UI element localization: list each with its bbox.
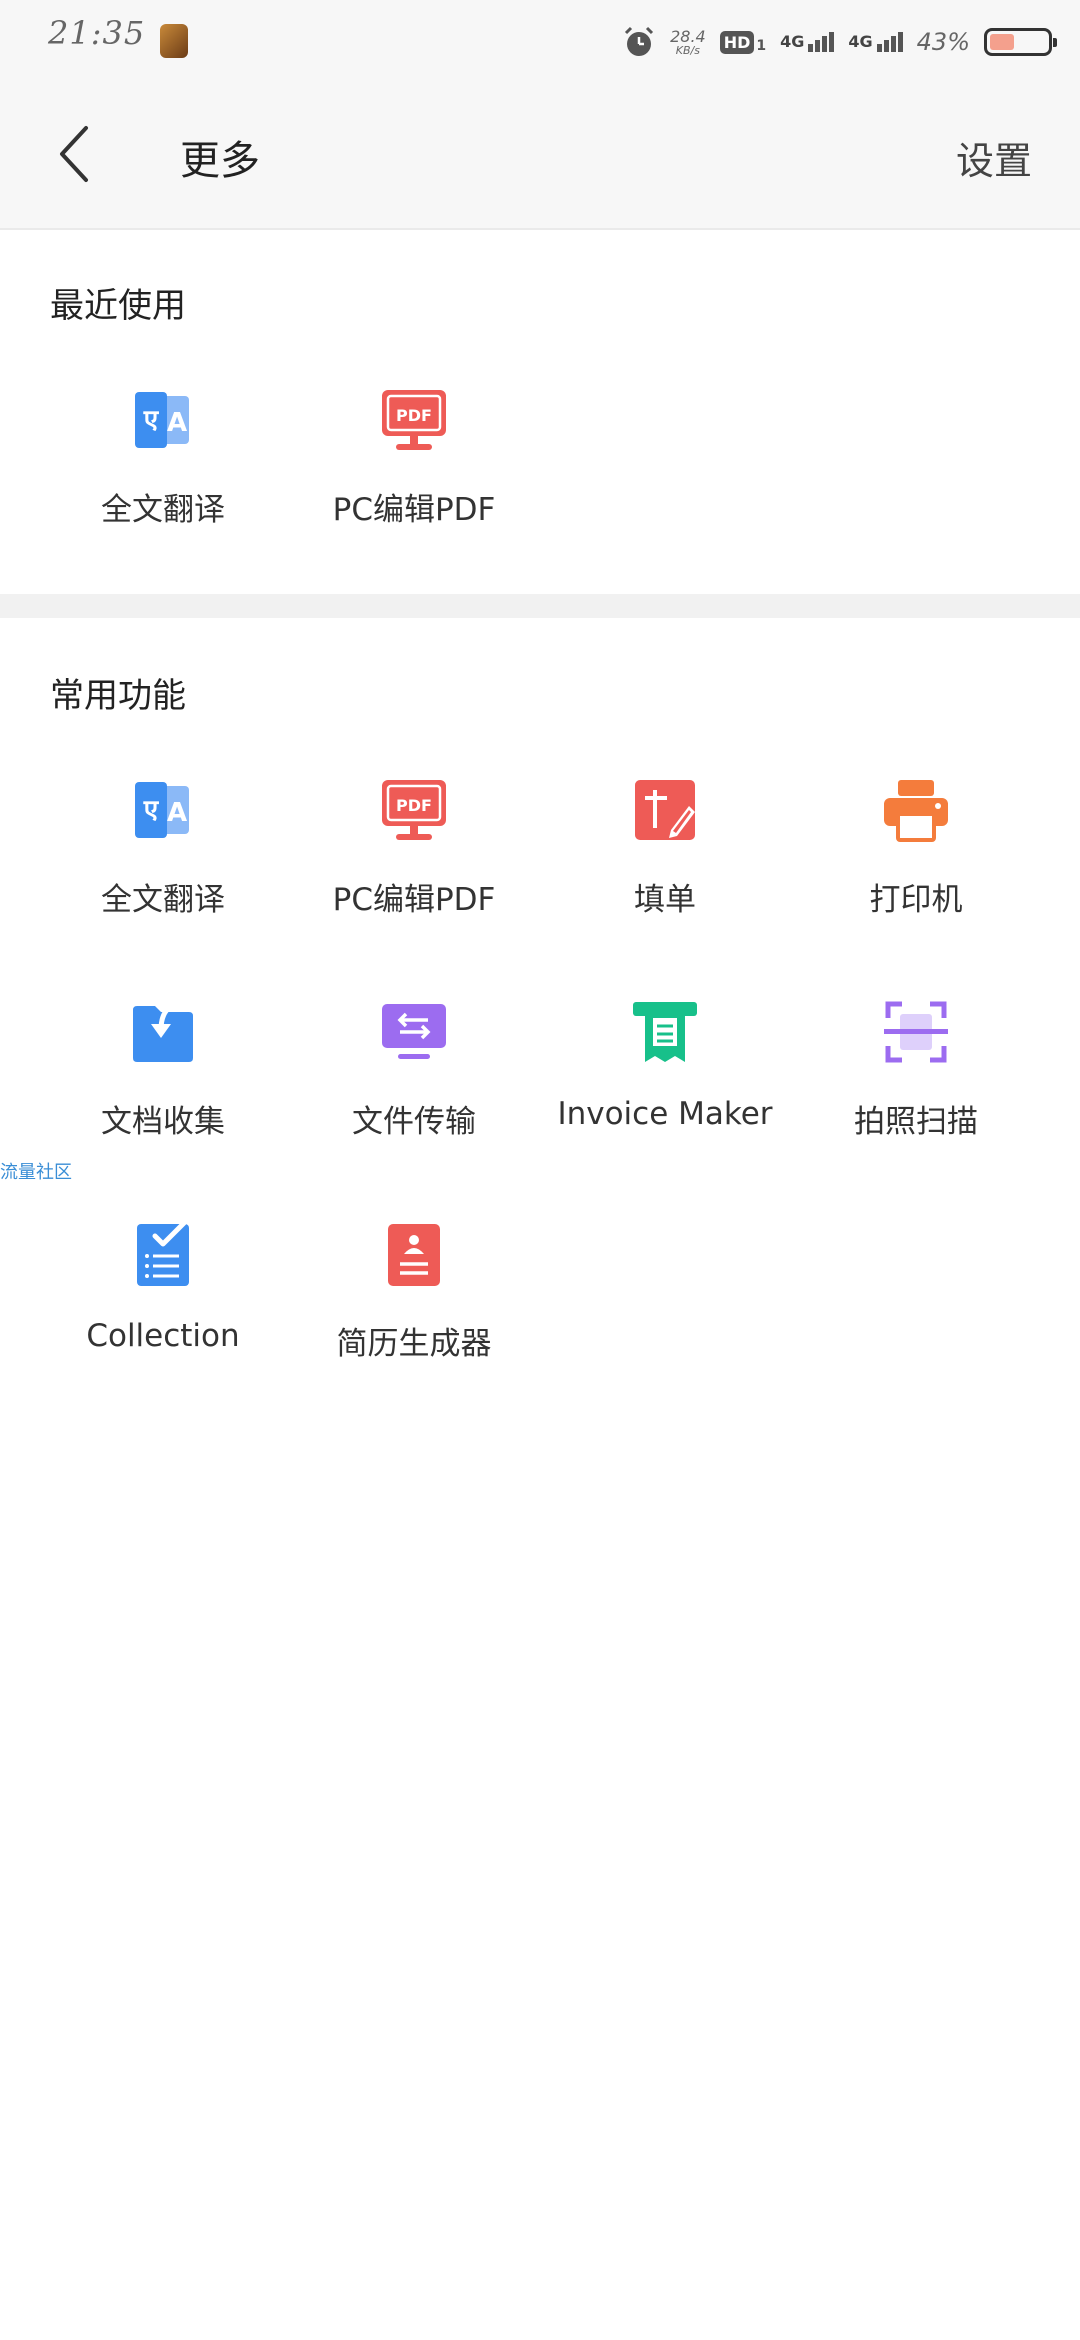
tile-label: 全文翻译 xyxy=(101,882,225,918)
translate-icon: ए A xyxy=(135,782,189,838)
tile-label: 文件传输 xyxy=(352,1104,476,1140)
common-item-invoice-maker[interactable]: Invoice Maker xyxy=(540,998,790,1132)
svg-text:PDF: PDF xyxy=(396,796,432,815)
svg-text:ए: ए xyxy=(143,405,160,435)
back-arrow-icon[interactable] xyxy=(54,122,94,186)
translate-icon: ए A xyxy=(135,392,189,448)
hd-voice-indicator: HD 1 xyxy=(719,30,766,54)
pc-pdf-icon: PDF xyxy=(382,780,446,840)
pc-pdf-icon: PDF xyxy=(382,390,446,450)
common-item-translate[interactable]: ए A 全文翻译 xyxy=(38,776,288,919)
tile-label: 文档收集 xyxy=(101,1104,225,1140)
page-title: 更多 xyxy=(180,138,260,184)
watermark-text: 流量社区 xyxy=(0,1162,72,1183)
status-bar: 21:35 28.4 KB/s HD 1 4G 4G 43% xyxy=(0,0,1080,80)
tile-label: 填单 xyxy=(634,882,696,918)
section-divider xyxy=(0,594,1080,618)
tile-label: 全文翻译 xyxy=(101,492,225,528)
top-app-bar: 更多 设置 xyxy=(0,80,1080,230)
document-collect-icon xyxy=(133,1001,193,1062)
common-item-photo-scan[interactable]: 拍照扫描 xyxy=(791,998,1041,1141)
svg-text:PDF: PDF xyxy=(396,406,432,425)
tile-label: 简历生成器 xyxy=(336,1326,492,1362)
battery-level xyxy=(990,34,1014,50)
common-item-fill-form[interactable]: 填单 xyxy=(540,776,790,919)
common-item-document-collect[interactable]: 文档收集 xyxy=(38,998,288,1141)
common-item-resume-builder[interactable]: 简历生成器 xyxy=(289,1220,539,1363)
tile-label: Collection xyxy=(86,1318,240,1354)
tile-label: PC编辑PDF xyxy=(332,882,496,918)
network-speed: 28.4 KB/s xyxy=(670,26,706,57)
svg-text:ए: ए xyxy=(143,795,160,825)
scan-icon xyxy=(884,1001,948,1063)
common-item-file-transfer[interactable]: 文件传输 xyxy=(289,998,539,1141)
sim2-signal-icon: 4G xyxy=(848,32,903,52)
tile-label: Invoice Maker xyxy=(557,1096,773,1132)
recent-item-translate[interactable]: ए A 全文翻译 xyxy=(38,386,288,529)
common-item-printer[interactable]: 打印机 xyxy=(791,776,1041,919)
file-transfer-icon xyxy=(382,1004,446,1059)
battery-icon xyxy=(984,28,1057,56)
tile-label: 打印机 xyxy=(869,882,963,918)
common-item-collection[interactable]: Collection xyxy=(38,1220,288,1354)
recent-item-pc-pdf[interactable]: PDF PC编辑PDF xyxy=(289,386,539,529)
battery-percent: 43% xyxy=(916,28,970,56)
tile-label: 拍照扫描 xyxy=(854,1104,978,1140)
printer-icon xyxy=(884,780,948,842)
status-time: 21:35 xyxy=(48,14,146,52)
settings-button[interactable]: 设置 xyxy=(956,130,1032,185)
collection-icon xyxy=(137,1220,190,1286)
svg-text:A: A xyxy=(167,798,187,828)
common-section-title: 常用功能 xyxy=(50,676,186,716)
resume-icon xyxy=(388,1224,440,1286)
invoice-icon xyxy=(633,1002,697,1062)
tile-label: PC编辑PDF xyxy=(332,492,496,528)
recent-section-title: 最近使用 xyxy=(50,286,186,326)
alarm-icon xyxy=(625,26,654,56)
notification-app-icon xyxy=(160,24,188,58)
common-item-pc-pdf[interactable]: PDF PC编辑PDF xyxy=(289,776,539,919)
svg-text:A: A xyxy=(167,408,187,438)
sim1-signal-icon: 4G xyxy=(780,32,835,52)
fill-form-icon xyxy=(635,780,695,840)
